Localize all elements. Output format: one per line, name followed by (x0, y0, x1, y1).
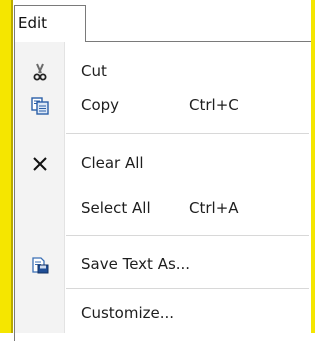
menu-separator (66, 133, 309, 134)
menu-item-shortcut: Ctrl+C (189, 96, 239, 114)
menu-item-label: Copy (81, 96, 120, 114)
menu-item-clear-all[interactable]: Clear All (15, 147, 311, 181)
edit-menu-tab-label: Edit (18, 14, 48, 32)
menu-item-label: Cut (81, 62, 107, 80)
copy-icon (31, 97, 49, 115)
menu-item-label: Clear All (81, 154, 144, 172)
left-highlight-border (0, 0, 11, 333)
menu-item-label: Customize... (81, 304, 175, 322)
scissors-icon (31, 63, 49, 81)
menu-item-shortcut: Ctrl+A (189, 199, 239, 217)
menu-item-label: Select All (81, 199, 151, 217)
menu-item-copy[interactable]: Copy Ctrl+C (15, 89, 311, 123)
right-highlight-border (311, 0, 315, 333)
save-text-icon (31, 256, 49, 274)
close-x-icon (31, 155, 49, 173)
menu-item-save-text-as[interactable]: Save Text As... (15, 248, 311, 282)
menu-item-label: Save Text As... (81, 255, 191, 273)
menu-item-customize[interactable]: Customize... (15, 297, 311, 331)
left-highlight-edge (11, 0, 13, 333)
menu-item-cut[interactable]: Cut (15, 55, 311, 89)
menu-separator (66, 288, 309, 289)
menu-item-select-all[interactable]: Select All Ctrl+A (15, 192, 311, 226)
menu-separator (66, 235, 309, 236)
